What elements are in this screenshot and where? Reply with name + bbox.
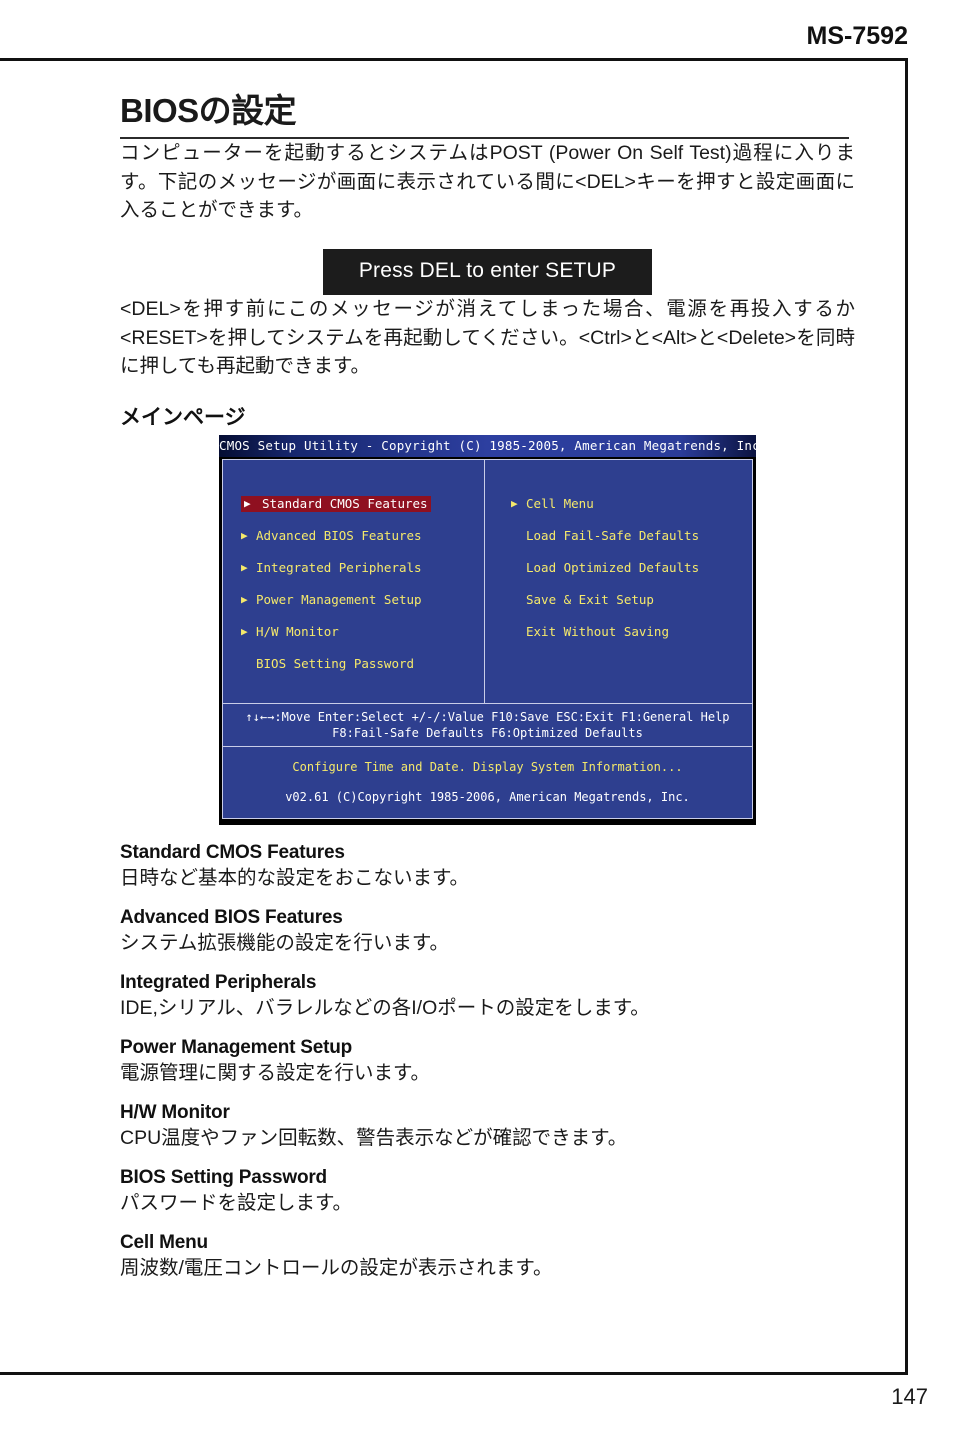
page-header-rule xyxy=(0,58,908,61)
bios-menu-item[interactable]: ▶Load Optimized Defaults xyxy=(511,560,752,592)
submenu-arrow-icon: ▶ xyxy=(511,496,518,510)
bios-help-line-2: F8:Fail-Safe Defaults F6:Optimized Defau… xyxy=(332,725,643,740)
bios-menu-item[interactable]: ▶ Advanced BIOS Features xyxy=(241,528,484,560)
description-term: Cell Menu xyxy=(120,1232,208,1254)
description-term: Advanced BIOS Features xyxy=(120,906,343,928)
submenu-arrow-icon: ▶ xyxy=(241,560,248,574)
bios-menu-item[interactable]: ▶BIOS Setting Password xyxy=(241,656,484,688)
bios-menu: ▶ Standard CMOS Features ▶ Advanced BIOS Fe… xyxy=(223,459,752,703)
bios-help-line-1: ↑↓←→:Move Enter:Select +/-/:Value F10:Sa… xyxy=(245,709,730,724)
bios-menu-item-label: Exit Without Saving xyxy=(526,623,669,639)
page-header-model: MS-7592 xyxy=(806,22,908,50)
bios-menu-item-label: Load Optimized Defaults xyxy=(526,559,700,575)
bios-menu-item[interactable]: ▶ Power Management Setup xyxy=(241,592,484,624)
description-definition: パスワードを設定します。 xyxy=(120,1192,353,1215)
bios-menu-item-label: Standard CMOS Features xyxy=(259,495,431,512)
description-term: Standard CMOS Features xyxy=(120,841,345,863)
description-definition: IDE,シリアル、バラレルなどの各I/Oポートの設定をします。 xyxy=(120,996,650,1019)
description-block: Power Management Setup 電源管理に関する設定を行います。 xyxy=(120,1036,855,1086)
description-block: Cell Menu 周波数/電圧コントロールの設定が表示されます。 xyxy=(120,1231,855,1281)
callout-wrapper: Press DEL to enter SETUP xyxy=(120,248,855,295)
description-block: BIOS Setting Password パスワードを設定します。 xyxy=(120,1166,855,1216)
bios-menu-item-label: H/W Monitor xyxy=(256,623,339,639)
submenu-arrow-icon-hidden: ▶ xyxy=(511,624,526,640)
bios-menu-item-label: Save & Exit Setup xyxy=(526,591,654,607)
description-definition: 周波数/電圧コントロールの設定が表示されます。 xyxy=(120,1257,553,1280)
description-definition: CPU温度やファン回転数、警告表示などが確認できます。 xyxy=(120,1127,628,1149)
press-del-banner: Press DEL to enter SETUP xyxy=(322,248,653,295)
submenu-arrow-icon-hidden: ▶ xyxy=(511,528,526,544)
submenu-arrow-icon: ▶ xyxy=(241,528,248,542)
bios-help-bar: ↑↓←→:Move Enter:Select +/-/:Value F10:Sa… xyxy=(223,702,752,746)
description-block: Advanced BIOS Features システム拡張機能の設定を行います。 xyxy=(120,906,855,956)
description-term: Power Management Setup xyxy=(120,1037,353,1059)
submenu-arrow-icon-hidden: ▶ xyxy=(241,656,256,672)
bios-titlebar: CMOS Setup Utility - Copyright (C) 1985-… xyxy=(219,434,767,457)
bios-menu-item-label: Load Fail-Safe Defaults xyxy=(526,527,700,543)
description-term: Integrated Peripherals xyxy=(120,972,317,994)
description-term: H/W Monitor xyxy=(120,1102,230,1124)
bios-menu-item-label: Cell Menu xyxy=(526,495,594,511)
description-block: Standard CMOS Features 日時など基本的な設定をおこないます。 xyxy=(120,841,855,891)
bios-body: ▶ Standard CMOS Features ▶ Advanced BIOS Fe… xyxy=(222,458,753,819)
bios-menu-right-column: ▶Cell Menu▶Load Fail-Safe Defaults▶Load … xyxy=(485,460,752,703)
bios-status-bar: Configure Time and Date. Display System … xyxy=(223,745,752,818)
description-list: Standard CMOS Features 日時など基本的な設定をおこないます。… xyxy=(120,841,855,1282)
page-number: 147 xyxy=(891,1384,928,1409)
bios-menu-item-label: Power Management Setup xyxy=(256,591,422,607)
intro-paragraph: コンピューターを起動するとシステムはPOST (Power On Self Te… xyxy=(120,141,855,222)
bios-menu-item[interactable]: ▶Load Fail-Safe Defaults xyxy=(511,528,752,560)
bios-menu-item[interactable]: ▶ Integrated Peripherals xyxy=(241,560,484,592)
description-term: BIOS Setting Password xyxy=(120,1167,327,1189)
bios-menu-item[interactable]: ▶Save & Exit Setup xyxy=(511,592,752,624)
page-footer-rule xyxy=(0,1372,908,1375)
bios-menu-item[interactable]: ▶ Standard CMOS Features xyxy=(241,495,484,528)
submenu-arrow-icon: ▶ xyxy=(241,624,248,638)
page-title: BIOSの設定 xyxy=(120,92,297,129)
section-heading-main-page: メインページ xyxy=(120,405,246,429)
submenu-arrow-icon-hidden: ▶ xyxy=(511,592,526,608)
description-definition: 電源管理に関する設定を行います。 xyxy=(120,1061,431,1084)
bios-menu-item[interactable]: ▶ Cell Menu xyxy=(511,496,752,528)
bios-menu-item-label: Advanced BIOS Features xyxy=(256,527,422,543)
bios-menu-item-label: BIOS Setting Password xyxy=(256,655,415,671)
bios-status-description: Configure Time and Date. Display System … xyxy=(292,759,683,774)
page-right-border xyxy=(905,58,908,1375)
bios-screenshot-wrapper: CMOS Setup Utility - Copyright (C) 1985-… xyxy=(120,434,855,825)
description-definition: 日時など基本的な設定をおこないます。 xyxy=(120,866,470,889)
bios-menu-item-label: Integrated Peripherals xyxy=(256,559,422,575)
submenu-arrow-icon: ▶ xyxy=(241,592,248,606)
bios-version-copyright: v02.61 (C)Copyright 1985-2006, American … xyxy=(285,789,690,804)
bios-menu-left-column: ▶ Standard CMOS Features ▶ Advanced BIOS Fe… xyxy=(223,459,485,703)
submenu-arrow-icon-hidden: ▶ xyxy=(511,560,526,576)
bios-screenshot: CMOS Setup Utility - Copyright (C) 1985-… xyxy=(219,434,767,825)
after-callout-paragraph: <DEL>を押す前にこのメッセージが消えてしまった場合、電源を再投入するか<RE… xyxy=(120,297,855,378)
description-block: Integrated Peripherals IDE,シリアル、バラレルなどの各I… xyxy=(120,971,855,1021)
page-content: BIOSの設定 コンピューターを起動するとシステムはPOST (Power On… xyxy=(120,92,855,1282)
submenu-arrow-icon: ▶ xyxy=(241,495,259,512)
description-definition: システム拡張機能の設定を行います。 xyxy=(120,931,449,954)
bios-menu-item[interactable]: ▶Exit Without Saving xyxy=(511,624,752,656)
description-block: H/W Monitor CPU温度やファン回転数、警告表示などが確認できます。 xyxy=(120,1101,855,1151)
bios-menu-item[interactable]: ▶ H/W Monitor xyxy=(241,624,484,656)
